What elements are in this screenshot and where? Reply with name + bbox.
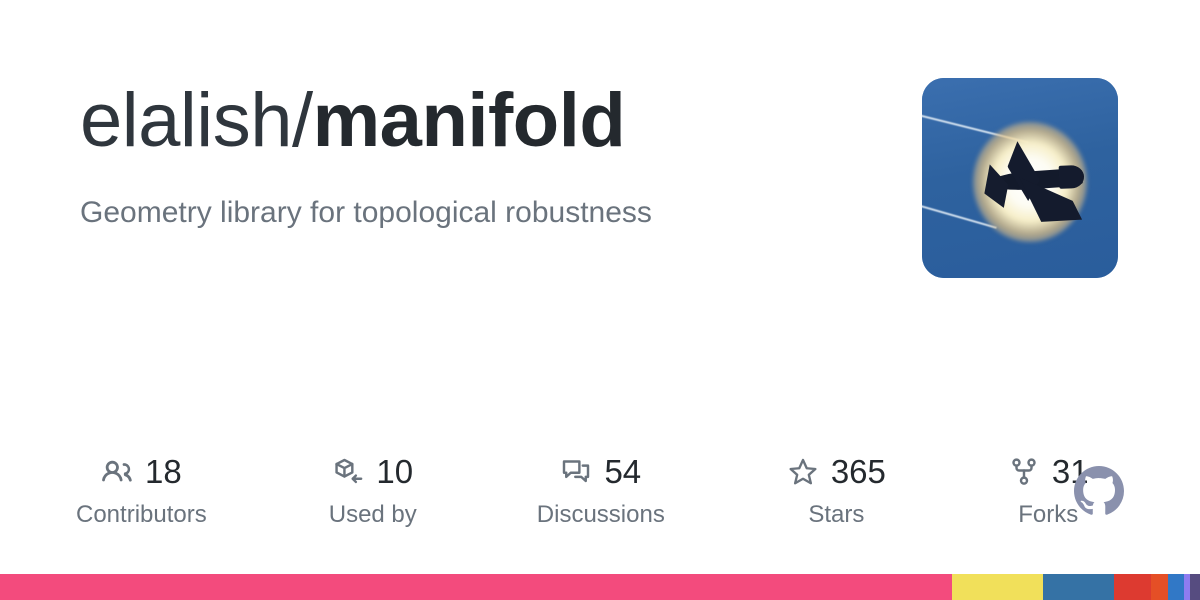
stat-stars: 365 Stars xyxy=(787,452,886,530)
language-segment xyxy=(951,574,1043,600)
aircraft-nose xyxy=(1058,164,1085,189)
stat-discussions-value-row: 54 xyxy=(560,452,641,492)
repository-owner: elalish xyxy=(80,78,292,163)
stat-used-by-label: Used by xyxy=(328,501,417,528)
stat-stars-label: Stars xyxy=(808,501,865,528)
repository-name: manifold xyxy=(312,78,626,163)
language-segment xyxy=(1150,574,1168,600)
repository-avatar xyxy=(922,78,1118,278)
stat-discussions: 54 Discussions xyxy=(537,452,665,530)
repository-description: Geometry library for topological robustn… xyxy=(80,196,652,229)
language-segment xyxy=(1113,574,1151,600)
language-segment xyxy=(0,574,952,600)
language-segment xyxy=(1190,574,1200,600)
stat-contributors-label: Contributors xyxy=(76,501,207,528)
stat-contributors-value-row: 18 xyxy=(101,452,182,492)
repo-forked-icon xyxy=(1008,456,1040,488)
package-dependents-icon xyxy=(332,456,364,488)
language-segment xyxy=(1042,574,1114,600)
page-title: elalish/manifold xyxy=(80,78,920,164)
stat-discussions-count: 54 xyxy=(604,453,642,490)
language-bar xyxy=(0,574,1200,600)
star-icon xyxy=(787,456,819,488)
repository-separator: / xyxy=(291,78,313,163)
stat-used-by-count: 10 xyxy=(376,453,414,490)
stat-contributors-count: 18 xyxy=(145,453,182,490)
stat-stars-value-row: 365 xyxy=(787,452,886,492)
stat-used-by-value-row: 10 xyxy=(332,452,413,492)
github-social-preview-card: elalish/manifold Geometry library for to… xyxy=(0,0,1200,600)
comment-discussion-icon xyxy=(560,456,592,488)
stat-stars-count: 365 xyxy=(830,453,886,490)
language-segment xyxy=(1167,574,1185,600)
stat-forks-label: Forks xyxy=(1018,501,1079,528)
repository-stats: 18 Contributors 10 Used by 54 Discussion… xyxy=(76,452,1120,530)
stat-used-by: 10 Used by xyxy=(329,452,417,530)
stat-contributors: 18 Contributors xyxy=(76,452,207,530)
people-icon xyxy=(101,456,133,488)
repository-header: elalish/manifold Geometry library for to… xyxy=(80,78,920,232)
github-octocat-icon xyxy=(1074,466,1124,516)
stat-discussions-label: Discussions xyxy=(536,501,665,528)
